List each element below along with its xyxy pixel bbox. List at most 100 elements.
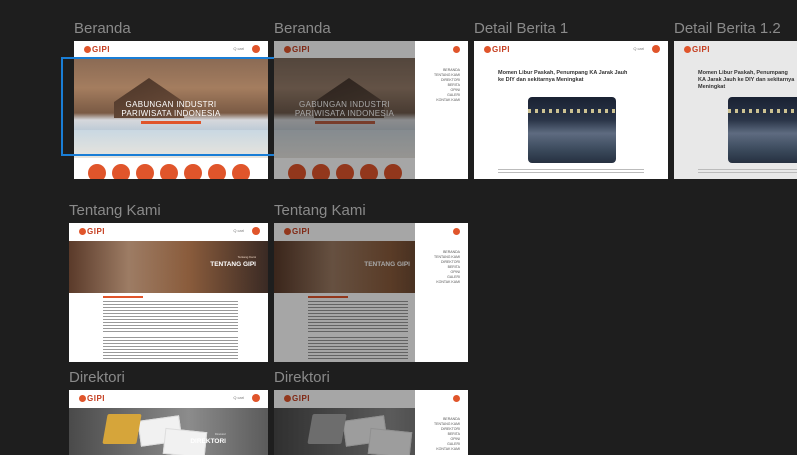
frame-tentang-kami-menu[interactable]: GIPI TENTANG GIPI BERANDA TENTANG KAMI D…: [274, 223, 468, 362]
news-body: [498, 169, 644, 175]
menu-item[interactable]: KONTAK KAMI: [436, 447, 460, 451]
logo-text: GIPI: [492, 45, 511, 54]
site-logo[interactable]: GIPI: [84, 45, 110, 54]
logo-icon: [684, 46, 691, 54]
news-image-lights: [528, 109, 616, 113]
category-icon[interactable]: [184, 164, 202, 179]
logo-icon: [484, 46, 491, 54]
side-menu: BERANDA TENTANG KAMI DIREKTORI BERITA OP…: [415, 223, 468, 362]
menu-item[interactable]: GALERI: [447, 275, 460, 279]
menu-item[interactable]: BERITA: [448, 83, 460, 87]
logo-icon: [79, 395, 86, 403]
menu-item[interactable]: KONTAK KAMI: [436, 280, 460, 284]
search-link[interactable]: Q cari: [633, 46, 644, 51]
about-hero-image: Tentang Kami TENTANG GIPI: [69, 241, 268, 293]
menu-item[interactable]: BERANDA: [443, 68, 460, 72]
frame-label-beranda-menu[interactable]: Beranda: [274, 20, 331, 37]
site-header: GIPI Q cari: [474, 41, 668, 57]
section-accent-bar: [103, 296, 143, 298]
folder-icon: [102, 414, 142, 444]
directory-hero-image: Direktori DIREKTORI: [69, 408, 268, 455]
directory-subtitle: Direktori: [214, 432, 226, 436]
frame-tentang-kami[interactable]: GIPI Q cari Tentang Kami TENTANG GIPI: [69, 223, 268, 362]
logo-icon: [84, 46, 91, 54]
overlay-dim: [274, 390, 415, 455]
frame-label-tentang-kami[interactable]: Tentang Kami: [69, 202, 161, 219]
menu-item[interactable]: TENTANG KAMI: [434, 422, 460, 426]
about-paragraph: [103, 337, 238, 361]
site-header: GIPI Q cari: [69, 390, 268, 406]
menu-button[interactable]: [252, 394, 260, 402]
menu-item[interactable]: BERITA: [448, 432, 460, 436]
menu-item[interactable]: OPINI: [450, 88, 460, 92]
category-icon[interactable]: [88, 164, 106, 179]
logo-text: GIPI: [87, 394, 106, 403]
frame-label-detail-berita-1-2[interactable]: Detail Berita 1.2: [674, 20, 781, 37]
overlay-dim: [274, 41, 415, 179]
menu-item[interactable]: BERITA: [448, 265, 460, 269]
about-paragraph: [103, 301, 238, 334]
news-image-lights: [728, 109, 797, 113]
logo-icon: [79, 228, 86, 236]
logo-text: GIPI: [692, 45, 711, 54]
category-icon[interactable]: [136, 164, 154, 179]
frame-detail-berita-1-2[interactable]: GIPI Momen Libur Paskah, Penumpang KA Ja…: [674, 41, 797, 179]
frame-beranda-menu[interactable]: GIPI GABUNGAN INDUSTRI PARIWISATA INDONES…: [274, 41, 468, 179]
news-title: Momen Libur Paskah, Penumpang KA Jarak J…: [498, 70, 628, 83]
menu-item[interactable]: TENTANG KAMI: [434, 73, 460, 77]
menu-item[interactable]: KONTAK KAMI: [436, 98, 460, 102]
search-link[interactable]: Q cari: [233, 228, 244, 233]
news-body: [698, 169, 797, 175]
menu-button[interactable]: [252, 45, 260, 53]
news-image: [728, 97, 797, 163]
site-logo[interactable]: GIPI: [79, 227, 105, 236]
menu-item[interactable]: OPINI: [450, 270, 460, 274]
menu-item[interactable]: OPINI: [450, 437, 460, 441]
category-icon[interactable]: [160, 164, 178, 179]
frame-label-detail-berita-1[interactable]: Detail Berita 1: [474, 20, 568, 37]
frame-direktori-menu[interactable]: GIPI BERANDA TENTANG KAMI DIREKTORI BERI…: [274, 390, 468, 455]
frame-label-tentang-kami-menu[interactable]: Tentang Kami: [274, 202, 366, 219]
frame-label-beranda[interactable]: Beranda: [74, 20, 131, 37]
site-header: GIPI: [674, 41, 797, 57]
news-title: Momen Libur Paskah, Penumpang KA Jarak J…: [698, 70, 795, 90]
logo-text: GIPI: [92, 45, 111, 54]
menu-item[interactable]: BERANDA: [443, 250, 460, 254]
about-subtitle: Tentang Kami: [237, 255, 256, 259]
close-icon[interactable]: [453, 228, 460, 235]
site-header: GIPI Q cari: [74, 41, 268, 57]
menu-item[interactable]: GALERI: [447, 93, 460, 97]
menu-item[interactable]: DIREKTORI: [441, 260, 460, 264]
frame-detail-berita-1[interactable]: GIPI Q cari Momen Libur Paskah, Penumpan…: [474, 41, 668, 179]
site-logo[interactable]: GIPI: [79, 394, 105, 403]
menu-item[interactable]: GALERI: [447, 442, 460, 446]
side-menu: BERANDA TENTANG KAMI DIREKTORI BERITA OP…: [415, 390, 468, 455]
close-icon[interactable]: [453, 46, 460, 53]
overlay-dim: [274, 223, 415, 362]
menu-button[interactable]: [252, 227, 260, 235]
category-icon[interactable]: [232, 164, 250, 179]
side-menu: BERANDA TENTANG KAMI DIREKTORI BERITA OP…: [415, 41, 468, 179]
close-icon[interactable]: [453, 395, 460, 402]
menu-item[interactable]: BERANDA: [443, 417, 460, 421]
news-image: [528, 97, 616, 163]
menu-item[interactable]: DIREKTORI: [441, 427, 460, 431]
menu-item[interactable]: DIREKTORI: [441, 78, 460, 82]
about-title: TENTANG GIPI: [210, 261, 256, 268]
frame-direktori[interactable]: GIPI Q cari Direktori DIREKTORI: [69, 390, 268, 455]
site-logo[interactable]: GIPI: [484, 45, 510, 54]
menu-button[interactable]: [652, 45, 660, 53]
category-icon[interactable]: [112, 164, 130, 179]
site-header: GIPI Q cari: [69, 223, 268, 239]
search-link[interactable]: Q cari: [233, 395, 244, 400]
directory-title: DIREKTORI: [190, 438, 226, 445]
search-link[interactable]: Q cari: [233, 46, 244, 51]
frame-label-direktori-menu[interactable]: Direktori: [274, 369, 330, 386]
category-icons: [74, 164, 268, 179]
frame-label-direktori[interactable]: Direktori: [69, 369, 125, 386]
selection-box[interactable]: [61, 57, 278, 156]
menu-item[interactable]: TENTANG KAMI: [434, 255, 460, 259]
site-logo[interactable]: GIPI: [684, 45, 710, 54]
logo-text: GIPI: [87, 227, 106, 236]
category-icon[interactable]: [208, 164, 226, 179]
